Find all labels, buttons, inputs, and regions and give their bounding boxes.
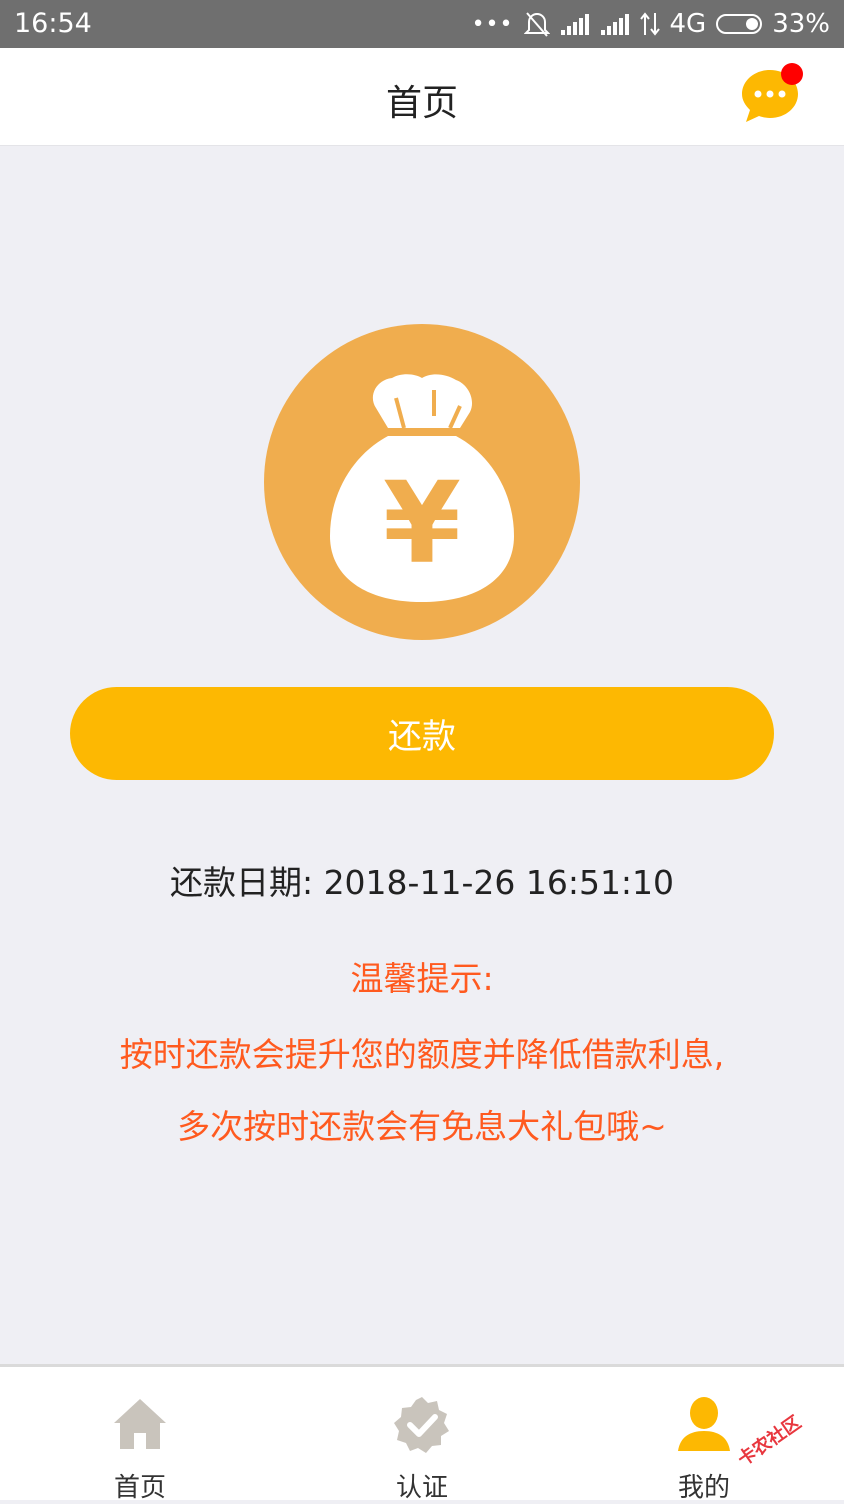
signal-icon bbox=[560, 14, 589, 35]
status-bar: 16:54 ••• 4G 33% bbox=[0, 0, 844, 48]
money-bag-icon: ¥ bbox=[264, 324, 580, 640]
nav-item-home[interactable]: 首页 bbox=[40, 1367, 240, 1503]
chat-bubble-icon bbox=[742, 63, 803, 122]
battery-level: 33% bbox=[772, 9, 830, 39]
page-title: 首页 bbox=[385, 83, 458, 124]
repay-button[interactable]: 还款 bbox=[70, 687, 774, 780]
verified-badge-icon bbox=[394, 1397, 449, 1453]
bell-off-icon bbox=[523, 12, 550, 37]
battery-icon bbox=[716, 14, 763, 34]
repay-date-value: 2018-11-26 16:51:10 bbox=[323, 863, 675, 902]
nav-label-home: 首页 bbox=[113, 1473, 166, 1503]
repay-button-label: 还款 bbox=[388, 718, 456, 756]
app-header: 首页 bbox=[0, 48, 844, 146]
signal-icon bbox=[600, 14, 629, 35]
more-dots-icon: ••• bbox=[471, 11, 514, 37]
home-icon bbox=[114, 1399, 166, 1449]
hero-money-bag: ¥ bbox=[264, 324, 580, 640]
repay-date-label: 还款日期: bbox=[169, 863, 324, 902]
tip-title: 温馨提示: bbox=[350, 959, 494, 998]
status-icons: ••• 4G 33% bbox=[462, 8, 830, 40]
tip-line-2: 多次按时还款会有免息大礼包哦~ bbox=[177, 1107, 667, 1146]
tip-line-1: 按时还款会提升您的额度并降低借款利息, bbox=[119, 1035, 725, 1074]
data-arrows-icon bbox=[639, 12, 660, 36]
network-type: 4G bbox=[669, 9, 707, 39]
nav-item-verify[interactable]: 认证 bbox=[322, 1367, 522, 1503]
nav-label-verify: 认证 bbox=[395, 1473, 448, 1503]
user-icon bbox=[678, 1397, 730, 1451]
bottom-nav: 首页 认证 我的 bbox=[0, 1364, 844, 1503]
notification-dot bbox=[781, 63, 803, 85]
repay-date: 还款日期: 2018-11-26 16:51:10 bbox=[0, 856, 844, 904]
message-button[interactable] bbox=[738, 62, 810, 134]
yen-glyph: ¥ bbox=[383, 459, 461, 589]
status-time: 16:54 bbox=[14, 8, 92, 39]
